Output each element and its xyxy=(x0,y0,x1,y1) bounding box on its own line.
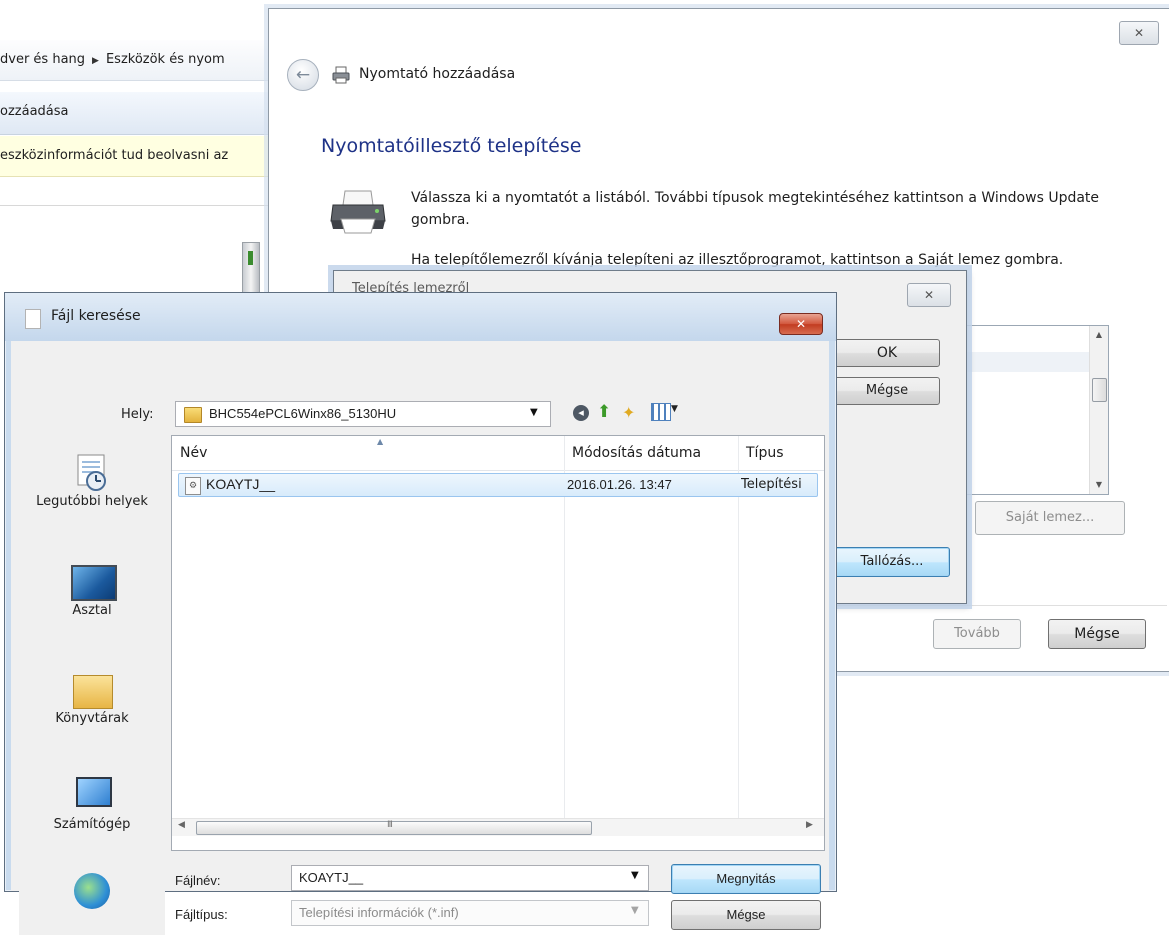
info-bar[interactable]: eszközinformációt tud beolvasni az xyxy=(0,136,276,177)
info-bar-text: eszközinformációt tud beolvasni az xyxy=(0,148,229,163)
desktop-icon xyxy=(71,565,117,601)
horizontal-scrollbar[interactable]: ◀ III ▶ xyxy=(172,818,824,836)
printer-icon xyxy=(332,66,350,84)
place-libraries[interactable]: Könyvtárak xyxy=(19,667,165,737)
sort-ascending-icon: ▲ xyxy=(377,437,384,446)
filename-input[interactable]: KOAYTJ__ xyxy=(291,865,649,891)
folder-icon xyxy=(184,407,202,423)
page-heading: Nyomtatóillesztő telepítése xyxy=(321,135,582,157)
new-folder-icon[interactable]: ✦ xyxy=(622,403,635,422)
own-disk-button[interactable]: Saját lemez... xyxy=(975,501,1125,535)
location-label: Hely: xyxy=(121,407,154,422)
disk-cancel-button[interactable]: Mégse xyxy=(834,377,940,405)
column-header-date[interactable]: Módosítás dátuma xyxy=(572,445,701,461)
dialog-title: Fájl keresése xyxy=(51,308,141,324)
file-open-dialog: Fájl keresése ✕ Hely: BHC554ePCL6Winx86_… xyxy=(4,292,837,935)
wizard-title: Nyomtató hozzáadása xyxy=(359,66,516,82)
location-value: BHC554ePCL6Winx86_5130HU xyxy=(209,406,397,421)
back-icon[interactable]: ◂ xyxy=(573,405,589,421)
column-header-type[interactable]: Típus xyxy=(746,445,784,461)
file-date: 2016.01.26. 13:47 xyxy=(567,477,672,492)
breadcrumb-item-devices[interactable]: Eszközök és nyom xyxy=(106,52,225,67)
wizard-description: Válassza ki a nyomtatót a listából. Tová… xyxy=(411,190,1100,228)
chevron-down-icon[interactable]: ▼ xyxy=(671,404,678,414)
filename-label: Fájlnév: xyxy=(175,873,221,888)
wizard-description-disk: Ha telepítőlemezről kívánja telepíteni a… xyxy=(411,252,1064,268)
scroll-left-icon[interactable]: ◀ xyxy=(178,820,185,830)
chevron-down-icon[interactable]: ▼ xyxy=(530,407,538,418)
places-bar: Legutóbbi helyek Asztal Könyvtárak Számí… xyxy=(19,441,165,935)
place-desktop[interactable]: Asztal xyxy=(19,557,165,627)
file-dialog-close-button[interactable]: ✕ xyxy=(779,313,823,335)
place-network[interactable] xyxy=(19,867,165,927)
disk-dialog-close-button[interactable]: ✕ xyxy=(907,283,951,307)
scroll-up-icon[interactable]: ▲ xyxy=(1090,326,1108,344)
wizard-close-button[interactable]: ✕ xyxy=(1119,21,1159,45)
back-arrow-icon[interactable]: ← xyxy=(287,59,319,91)
place-label: Könyvtárak xyxy=(55,711,129,726)
divider xyxy=(0,205,276,206)
scrollbar-thumb[interactable] xyxy=(1092,378,1107,402)
network-icon xyxy=(74,873,110,909)
breadcrumb: dver és hang ▶ Eszközök és nyom xyxy=(0,40,276,81)
chevron-down-icon[interactable]: ▼ xyxy=(631,905,639,916)
chevron-down-icon[interactable]: ▼ xyxy=(631,870,639,881)
next-button[interactable]: Tovább xyxy=(933,619,1021,649)
file-cancel-button[interactable]: Mégse xyxy=(671,900,821,930)
scrollbar-grip: III xyxy=(387,820,393,830)
scrollbar-thumb[interactable]: III xyxy=(196,820,592,835)
browse-button[interactable]: Tallózás... xyxy=(834,547,950,577)
filetype-label: Fájltípus: xyxy=(175,907,228,922)
place-label: Számítógép xyxy=(53,817,131,832)
add-printer-command[interactable]: ozzáadása xyxy=(0,104,69,119)
place-recent-locations[interactable]: Legutóbbi helyek xyxy=(19,447,165,543)
file-name: KOAYTJ__ xyxy=(206,476,275,492)
large-printer-icon xyxy=(330,190,386,234)
file-list[interactable]: Név ▲ Módosítás dátuma Típus ⚙ KOAYTJ__ … xyxy=(171,435,825,851)
breadcrumb-item-hardware[interactable]: dver és hang xyxy=(0,52,85,67)
column-header-name[interactable]: Név xyxy=(180,445,207,461)
ok-button[interactable]: OK xyxy=(834,339,940,367)
file-type: Telepítési xyxy=(741,477,802,492)
dialog-body: Hely: BHC554ePCL6Winx86_5130HU ▼ ◂ ⬆ ✦ ▼ xyxy=(11,341,829,935)
filetype-select[interactable]: Telepítési információk (*.inf) xyxy=(291,900,649,926)
setup-file-icon: ⚙ xyxy=(185,477,201,495)
document-icon xyxy=(25,309,41,329)
view-menu-icon[interactable] xyxy=(651,403,671,421)
command-bar: ozzáadása xyxy=(0,92,276,135)
location-combobox[interactable]: BHC554ePCL6Winx86_5130HU ▼ xyxy=(175,401,551,427)
up-folder-icon[interactable]: ⬆ xyxy=(597,402,611,422)
libraries-icon xyxy=(73,675,113,709)
wizard-cancel-button[interactable]: Mégse xyxy=(1048,619,1146,649)
place-computer[interactable]: Számítógép xyxy=(19,771,165,841)
breadcrumb-separator-icon: ▶ xyxy=(92,56,99,66)
scroll-down-icon[interactable]: ▼ xyxy=(1090,476,1108,494)
recent-places-icon xyxy=(77,454,106,491)
vertical-scrollbar[interactable]: ▲ ▼ xyxy=(1089,326,1108,494)
computer-icon xyxy=(76,777,112,807)
scroll-right-icon[interactable]: ▶ xyxy=(806,820,813,830)
column-header-row: Név ▲ Módosítás dátuma Típus xyxy=(172,436,824,471)
place-label: Asztal xyxy=(72,603,112,618)
device-icon[interactable] xyxy=(242,242,260,294)
file-row-selected[interactable]: ⚙ KOAYTJ__ 2016.01.26. 13:47 Telepítési xyxy=(178,473,818,497)
place-label: Legutóbbi helyek xyxy=(36,494,148,509)
